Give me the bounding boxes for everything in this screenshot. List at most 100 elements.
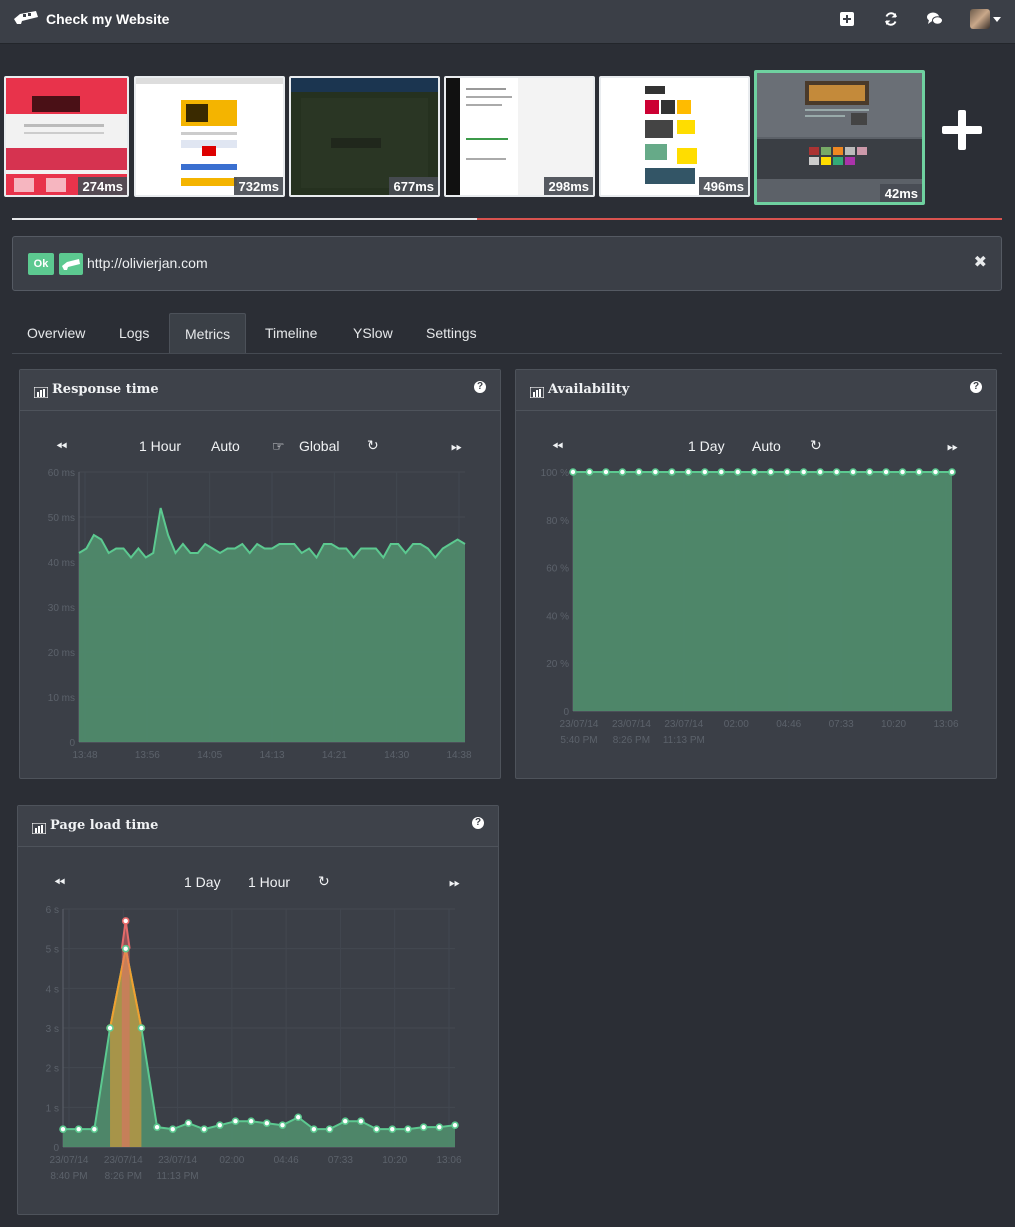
site-thumbnail-selected[interactable]: 42ms xyxy=(754,70,925,205)
y-tick-label: 1 s xyxy=(46,1103,59,1114)
data-point xyxy=(701,468,709,476)
y-tick-label: 3 s xyxy=(46,1024,59,1035)
avatar xyxy=(969,9,990,29)
data-point xyxy=(419,1123,428,1131)
data-point xyxy=(357,1117,365,1126)
response-time-badge: 677ms xyxy=(388,177,438,195)
x-tick-label: 11:13 PM xyxy=(157,1171,199,1182)
data-point xyxy=(231,1117,240,1126)
response-time-badge: 298ms xyxy=(543,177,593,195)
data-point xyxy=(832,468,841,476)
y-tick-label: 80 % xyxy=(546,516,569,527)
tab-yslow[interactable]: YSlow xyxy=(338,313,408,353)
x-tick-label: 14:30 xyxy=(384,750,409,761)
data-point xyxy=(618,468,627,476)
data-point xyxy=(372,1125,381,1133)
data-point xyxy=(325,1125,334,1133)
y-tick-label: 0 xyxy=(563,707,569,718)
x-tick-label: 10:20 xyxy=(881,719,906,730)
tab-settings[interactable]: Settings xyxy=(411,313,492,353)
response-time-panel: Response time ? ⏪︎ 1 Hour Auto ☞ Global … xyxy=(19,369,501,779)
data-point xyxy=(684,468,693,476)
data-point xyxy=(121,944,130,953)
data-point xyxy=(931,468,940,476)
top-bar: Check my Website xyxy=(0,0,1015,43)
site-preview-image xyxy=(757,73,922,202)
availability-chart: 100 %80 %60 %40 %20 %023/07/145:40 PM23/… xyxy=(541,468,959,746)
y-tick-label: 6 s xyxy=(46,905,59,916)
data-point xyxy=(168,1125,177,1133)
data-point xyxy=(668,468,676,476)
x-tick-label: 23/07/14 xyxy=(104,1155,143,1166)
user-menu[interactable] xyxy=(969,9,1001,29)
area-fill xyxy=(573,472,952,711)
x-tick-label: 23/07/14 xyxy=(612,719,651,730)
x-tick-label: 13:06 xyxy=(933,719,958,730)
page-load-chart: 6 s5 s4 s3 s2 s1 s023/07/148:40 PM23/07/… xyxy=(46,905,462,1182)
response-time-badge: 496ms xyxy=(698,177,748,195)
data-point xyxy=(294,1113,303,1122)
availability-panel: Availability ? ⏪︎ 1 Day Auto ↻ ⏩︎ 100 % 8… xyxy=(515,369,997,779)
x-tick-label: 8:26 PM xyxy=(105,1171,142,1182)
y-tick-label: 40 ms xyxy=(48,558,75,569)
y-tick-label: 10 ms xyxy=(48,693,75,704)
brand[interactable]: Check my Website xyxy=(12,8,169,30)
site-thumbnail[interactable]: 274ms xyxy=(4,76,129,197)
data-point xyxy=(783,468,792,476)
site-thumbnail[interactable]: 732ms xyxy=(134,76,285,197)
x-tick-label: 23/07/14 xyxy=(664,719,703,730)
data-point xyxy=(816,468,824,476)
data-point xyxy=(404,1125,412,1133)
x-tick-label: 8:26 PM xyxy=(613,735,650,746)
data-point xyxy=(569,468,577,476)
y-tick-label: 50 ms xyxy=(48,513,75,524)
add-site-icon[interactable] xyxy=(837,9,857,29)
data-point xyxy=(948,468,956,476)
x-tick-label: 23/07/14 xyxy=(158,1155,197,1166)
camera-icon xyxy=(59,253,83,275)
close-icon[interactable]: ✖ xyxy=(974,252,987,272)
check-progress-bar xyxy=(12,218,1002,220)
refresh-icon[interactable] xyxy=(881,9,901,29)
tab-metrics[interactable]: Metrics xyxy=(169,313,247,353)
site-thumbnail[interactable]: 677ms xyxy=(289,76,440,197)
data-point xyxy=(766,468,775,476)
status-badge: Ok xyxy=(28,253,54,275)
data-point xyxy=(733,468,742,476)
x-tick-label: 07:33 xyxy=(328,1155,353,1166)
data-point-error xyxy=(121,917,130,925)
y-tick-label: 20 % xyxy=(546,659,569,670)
data-point xyxy=(435,1123,444,1131)
site-thumbnail[interactable]: 298ms xyxy=(444,76,595,197)
data-point xyxy=(799,468,808,476)
data-point xyxy=(200,1125,208,1133)
chat-icon[interactable] xyxy=(925,9,945,29)
response-time-badge: 274ms xyxy=(77,177,127,195)
data-point xyxy=(865,468,874,476)
data-point xyxy=(184,1119,193,1128)
y-tick-label: 0 xyxy=(53,1143,59,1154)
x-tick-label: 13:48 xyxy=(72,750,97,761)
data-point xyxy=(59,1125,67,1133)
data-point xyxy=(849,468,857,476)
site-thumbnail[interactable]: 496ms xyxy=(599,76,750,197)
data-point xyxy=(750,468,759,476)
y-tick-label: 40 % xyxy=(546,611,569,622)
series-area-error xyxy=(121,920,130,1147)
app-title: Check my Website xyxy=(46,11,170,27)
tab-logs[interactable]: Logs xyxy=(104,313,164,353)
data-point xyxy=(278,1121,287,1129)
data-point xyxy=(341,1117,350,1126)
x-tick-label: 23/07/14 xyxy=(50,1155,89,1166)
tab-timeline[interactable]: Timeline xyxy=(250,313,332,353)
x-tick-label: 5:40 PM xyxy=(560,735,597,746)
site-url[interactable]: http://olivierjan.com xyxy=(87,255,208,271)
progress-fill xyxy=(12,218,478,220)
x-tick-label: 14:38 xyxy=(446,750,471,761)
x-tick-label: 14:13 xyxy=(259,750,284,761)
tab-overview[interactable]: Overview xyxy=(12,313,100,353)
x-tick-label: 04:46 xyxy=(776,719,801,730)
add-site-plus-icon[interactable] xyxy=(940,108,984,152)
response-time-badge: 732ms xyxy=(233,177,283,195)
data-point xyxy=(915,468,923,476)
